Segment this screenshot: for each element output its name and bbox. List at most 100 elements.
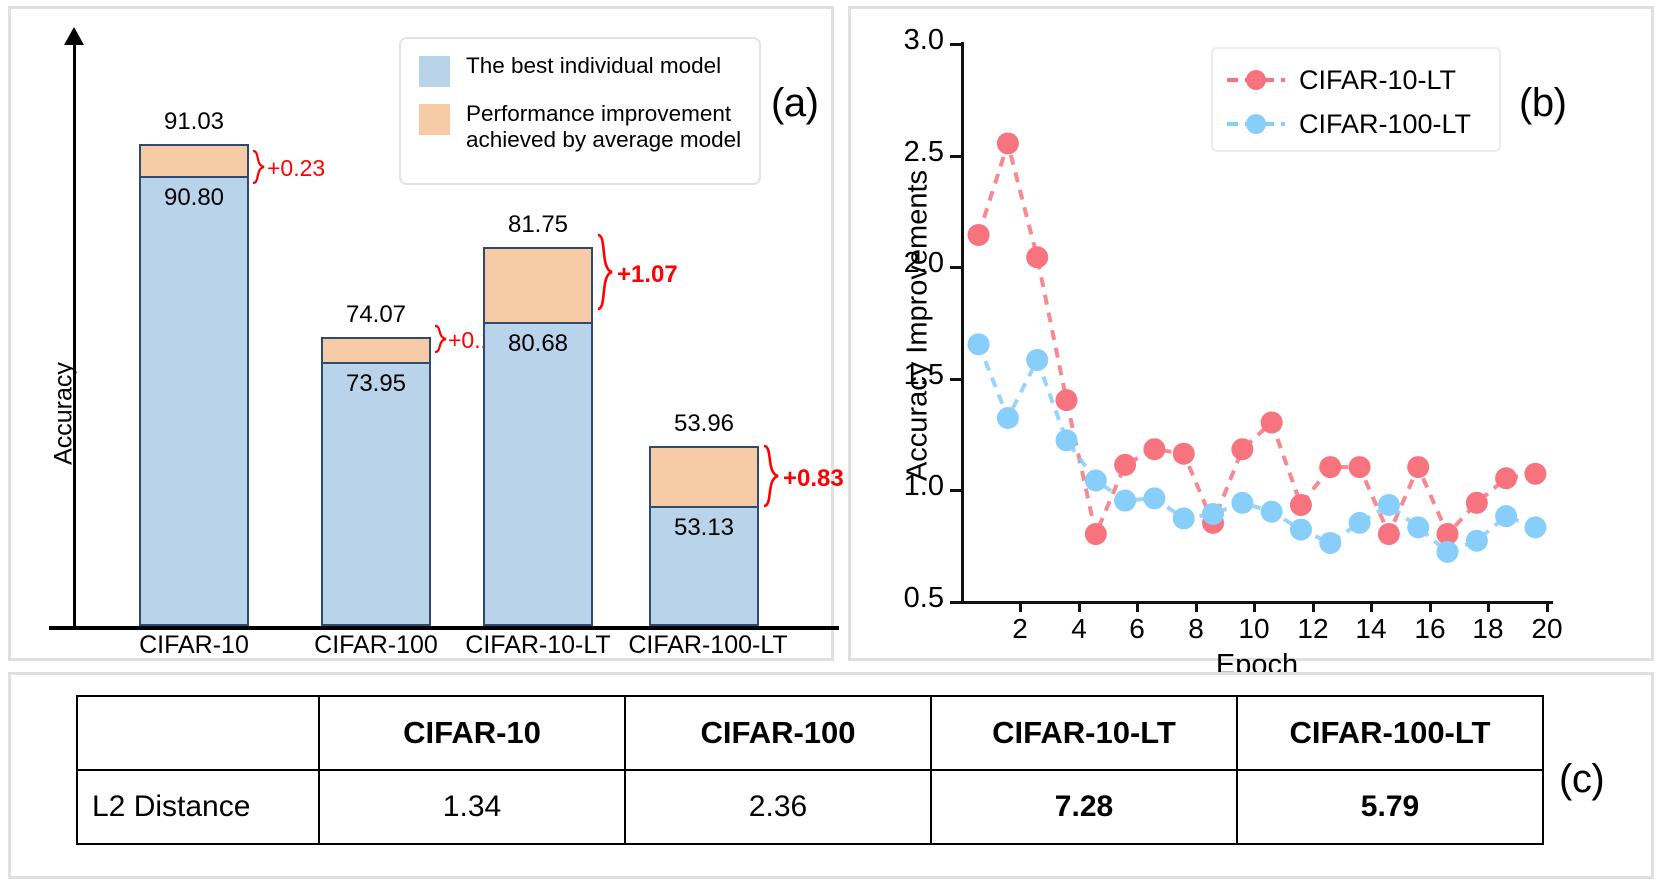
delta-label-cifar-10: +0.23	[267, 155, 326, 181]
x-tick-18	[1487, 601, 1490, 612]
legend-item-best-individual-model: The best individual model	[419, 53, 759, 87]
bar-base-label-cifar-10-lt: 80.68	[507, 330, 569, 357]
l2-distance-table: CIFAR-10 CIFAR-100 CIFAR-10-LT CIFAR-100…	[76, 695, 1544, 845]
y-tick-label-2: 1.5	[903, 359, 944, 391]
legend-swatch-blue	[419, 56, 450, 87]
y-tick-label-0: 0.5	[903, 582, 944, 614]
panel-b-legend: CIFAR-10-LT CIFAR-100-LT	[1211, 47, 1501, 152]
x-axis-line	[49, 626, 839, 630]
x-tick-6	[1136, 601, 1139, 612]
y-tick-label-5: 3.0	[903, 24, 944, 56]
legend-swatch-orange	[419, 104, 450, 135]
legend-label-performance-improvement-line2: achieved by average model	[466, 127, 742, 153]
panel-a-tag: (a)	[771, 81, 819, 125]
legend-item-performance-improvement: Performance improvement achieved by aver…	[419, 101, 759, 153]
x-tick-label-2: 2	[1012, 613, 1028, 644]
panel-a-legend: The best individual model Performance im…	[399, 37, 761, 185]
x-tick-8	[1195, 601, 1198, 612]
legend-marker-cifar-100-lt	[1227, 114, 1285, 134]
x-tick-label-12: 12	[1297, 613, 1329, 644]
bar-improvement-cifar-10-lt	[483, 247, 593, 322]
x-axis-label-cifar-100-lt: CIFAR-100-LT	[628, 631, 788, 659]
bar-improvement-cifar-100	[321, 337, 431, 362]
panel-a-y-axis-label: Accuracy	[49, 362, 78, 465]
delta-label-cifar-100-lt: +0.83	[783, 465, 844, 492]
legend-label-performance-improvement: Performance improvement achieved by aver…	[466, 101, 741, 153]
bar-total-label-cifar-100-lt: 53.96	[673, 410, 735, 437]
y-tick-3	[950, 266, 962, 269]
bar-base-cifar-100-lt: 53.13	[649, 506, 759, 626]
bar-base-label-cifar-100-lt: 53.13	[673, 514, 735, 541]
panel-c-table: CIFAR-10 CIFAR-100 CIFAR-10-LT CIFAR-100…	[8, 672, 1654, 879]
panel-b-y-axis-label: Accuracy Improvements	[901, 169, 934, 482]
brace-cifar-100-lt	[761, 444, 783, 508]
table-header-cifar-100-lt: CIFAR-100-LT	[1236, 695, 1544, 771]
panel-a-plot-area: Accuracy 91.03 90.80 +0.23 74.07 73.95 +…	[11, 9, 844, 664]
panel-c-tag: (c)	[1559, 757, 1605, 801]
x-tick-20	[1546, 601, 1549, 612]
delta-label-cifar-10-lt: +1.07	[617, 261, 678, 288]
table-cell-cifar-10: 1.34	[318, 769, 626, 845]
x-tick-label-4: 4	[1071, 613, 1087, 644]
bar-base-cifar-100: 73.95	[321, 362, 431, 626]
bar-base-label-cifar-100: 73.95	[345, 370, 407, 397]
table-cell-cifar-10-lt: 7.28	[930, 769, 1238, 845]
table-cell-cifar-100-lt: 5.79	[1236, 769, 1544, 845]
legend-label-cifar-10-lt: CIFAR-10-LT	[1299, 64, 1457, 95]
legend-item-cifar-10-lt: CIFAR-10-LT	[1225, 58, 1499, 102]
legend-item-cifar-100-lt: CIFAR-100-LT	[1225, 102, 1499, 146]
panel-a-bar-chart: Accuracy 91.03 90.80 +0.23 74.07 73.95 +…	[8, 6, 844, 664]
x-tick-label-16: 16	[1414, 613, 1446, 644]
panel-b-line-chart: Accuracy Improvements Epoch 0.5 1.0 1.5 …	[848, 6, 1657, 681]
bar-total-label-cifar-10: 91.03	[163, 108, 225, 135]
x-axis-label-cifar-10: CIFAR-10	[139, 631, 249, 659]
y-tick-label-1: 1.0	[903, 470, 944, 502]
y-tick-4	[950, 155, 962, 158]
legend-marker-cifar-10-lt	[1227, 70, 1285, 90]
bar-total-label-cifar-100: 74.07	[345, 301, 407, 328]
x-tick-label-14: 14	[1355, 613, 1387, 644]
bar-group-cifar-10-lt[interactable]: 81.75 80.68	[483, 211, 593, 626]
panel-b-plot-area: Accuracy Improvements Epoch 0.5 1.0 1.5 …	[851, 9, 1657, 681]
legend-label-best-individual-model: The best individual model	[466, 53, 722, 78]
bar-base-cifar-10-lt: 80.68	[483, 322, 593, 626]
brace-cifar-10-lt	[595, 233, 617, 311]
panel-b-tag: (b)	[1519, 81, 1567, 125]
bar-group-cifar-10[interactable]: 91.03 90.80	[139, 108, 249, 626]
panel-b-y-axis-line	[961, 42, 964, 602]
x-tick-label-6: 6	[1129, 613, 1145, 644]
y-tick-0	[950, 601, 962, 604]
y-tick-5	[950, 43, 962, 46]
x-tick-label-8: 8	[1188, 613, 1204, 644]
x-tick-2	[1019, 601, 1022, 612]
x-tick-label-18: 18	[1472, 613, 1504, 644]
table-cell-cifar-100: 2.36	[624, 769, 932, 845]
bar-base-cifar-10: 90.80	[139, 176, 249, 626]
y-tick-2	[950, 378, 962, 381]
table-header-cifar-10-lt: CIFAR-10-LT	[930, 695, 1238, 771]
table-row: L2 Distance 1.34 2.36 7.28 5.79	[76, 769, 1544, 845]
x-tick-16	[1429, 601, 1432, 612]
table-header-cifar-10: CIFAR-10	[318, 695, 626, 771]
x-axis-label-cifar-10-lt: CIFAR-10-LT	[465, 631, 611, 659]
x-tick-12	[1312, 601, 1315, 612]
x-axis-label-cifar-100: CIFAR-100	[314, 631, 438, 659]
bar-base-label-cifar-10: 90.80	[163, 184, 225, 211]
table-header-blank	[76, 695, 320, 771]
y-tick-1	[950, 489, 962, 492]
x-tick-label-10: 10	[1238, 613, 1270, 644]
table-row-header-l2-distance: L2 Distance	[76, 769, 320, 845]
bar-improvement-cifar-100-lt	[649, 446, 759, 506]
bar-group-cifar-100[interactable]: 74.07 73.95	[321, 301, 431, 626]
table-header-cifar-100: CIFAR-100	[624, 695, 932, 771]
bar-improvement-cifar-10	[139, 144, 249, 176]
panel-b-x-axis-line	[961, 601, 1553, 604]
x-tick-14	[1370, 601, 1373, 612]
legend-label-cifar-100-lt: CIFAR-100-LT	[1299, 108, 1472, 139]
x-tick-10	[1253, 601, 1256, 612]
x-tick-label-20: 20	[1531, 613, 1563, 644]
figure-root: Accuracy 91.03 90.80 +0.23 74.07 73.95 +…	[0, 0, 1660, 885]
table-header-row: CIFAR-10 CIFAR-100 CIFAR-10-LT CIFAR-100…	[76, 695, 1544, 771]
bar-group-cifar-100-lt[interactable]: 53.96 53.13	[649, 410, 759, 626]
legend-label-performance-improvement-line1: Performance improvement	[466, 101, 732, 126]
